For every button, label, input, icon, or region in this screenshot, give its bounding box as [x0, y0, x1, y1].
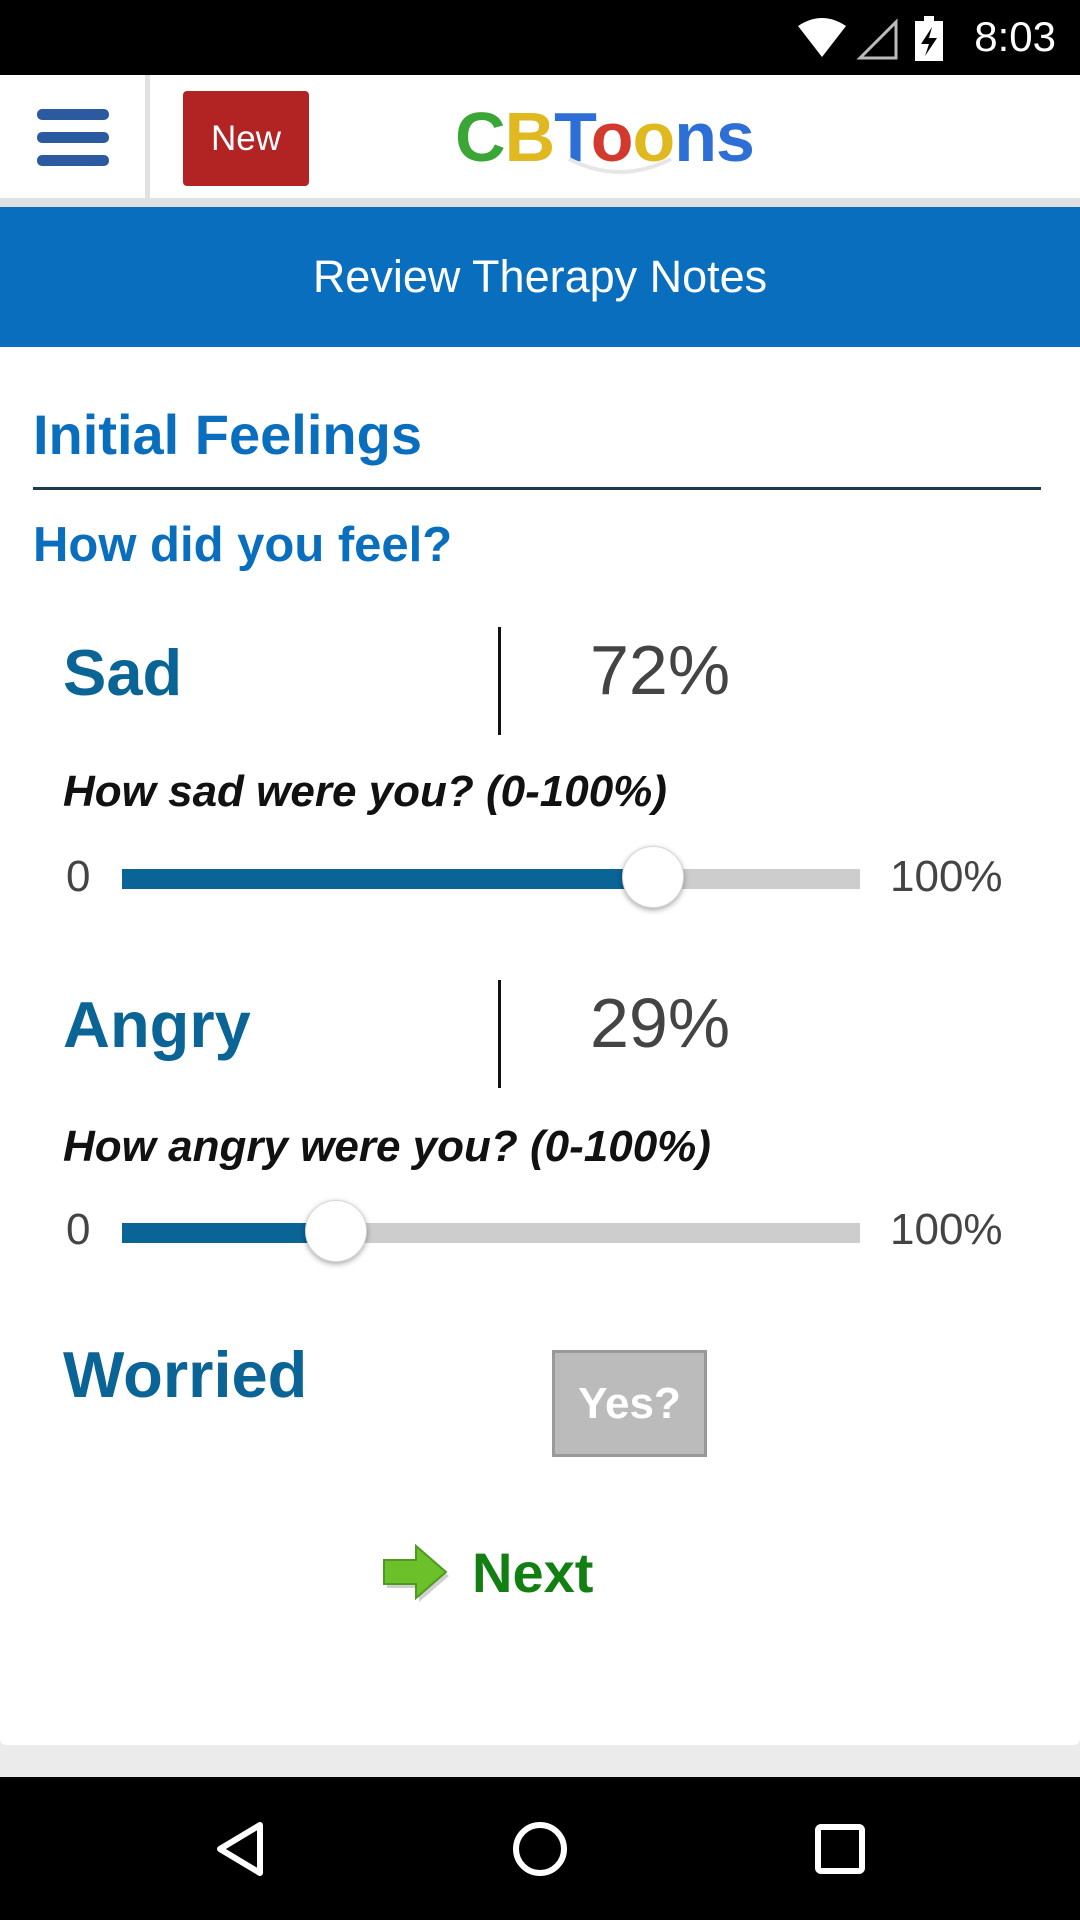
- battery-charging-icon: [915, 16, 943, 61]
- slider-thumb[interactable]: [305, 1200, 367, 1262]
- recents-square-icon: [815, 1823, 865, 1874]
- wifi-icon: [798, 18, 846, 57]
- logo-smile-icon: [568, 157, 672, 174]
- feeling-name-angry: Angry: [63, 988, 251, 1061]
- feeling-name-worried: Worried: [63, 1338, 308, 1411]
- next-button[interactable]: Next: [380, 1532, 593, 1612]
- angry-slider[interactable]: [122, 1200, 860, 1263]
- slider-fill: [122, 1223, 336, 1243]
- page-title: Review Therapy Notes: [312, 251, 768, 302]
- feeling-divider-angry: [498, 980, 501, 1088]
- slider-prompt-angry: How angry were you? (0-100%): [63, 1122, 711, 1171]
- back-button[interactable]: [160, 1777, 320, 1920]
- status-time: 8:03: [974, 13, 1056, 60]
- section-title: Initial Feelings: [33, 403, 422, 466]
- header-shadow: [0, 198, 1080, 207]
- header-divider: [145, 75, 150, 200]
- system-nav-bar: [0, 1777, 1080, 1920]
- feeling-value-angry: 29%: [590, 984, 731, 1062]
- sad-slider[interactable]: [122, 846, 860, 909]
- home-circle-icon: [513, 1821, 567, 1876]
- slider-min-label-sad: 0: [66, 852, 91, 901]
- feeling-name-sad: Sad: [63, 636, 183, 709]
- app-header: New CBToons: [0, 75, 1080, 200]
- next-label: Next: [472, 1540, 594, 1604]
- slider-min-label-angry: 0: [66, 1205, 91, 1254]
- status-bar: 8:03: [0, 0, 1080, 75]
- status-icons: [798, 16, 943, 61]
- slider-fill: [122, 869, 653, 889]
- worried-yes-button[interactable]: Yes?: [552, 1350, 707, 1457]
- slider-prompt-sad: How sad were you? (0-100%): [63, 767, 667, 816]
- logo-letter-s: s: [716, 98, 755, 176]
- arrow-right-icon: [383, 1543, 449, 1602]
- logo-letter-n: n: [674, 98, 717, 176]
- logo-letter-c: C: [455, 98, 506, 176]
- section-divider: [33, 487, 1041, 490]
- recents-button[interactable]: [760, 1777, 920, 1920]
- page-title-band: Review Therapy Notes: [0, 207, 1080, 347]
- slider-thumb[interactable]: [622, 846, 684, 908]
- back-triangle-icon: [217, 1821, 263, 1876]
- feelings-question: How did you feel?: [33, 518, 453, 572]
- slider-max-label-angry: 100%: [890, 1205, 1003, 1254]
- signal-icon: [856, 18, 898, 60]
- hamburger-menu-icon: [36, 108, 109, 166]
- menu-button[interactable]: [0, 75, 145, 200]
- feeling-value-sad: 72%: [590, 631, 731, 709]
- feeling-divider-sad: [498, 627, 501, 735]
- slider-max-label-sad: 100%: [890, 852, 1003, 901]
- logo-letter-b: B: [504, 98, 556, 176]
- new-button[interactable]: New: [183, 91, 309, 186]
- content-card: Initial Feelings How did you feel? Sad 7…: [0, 347, 1080, 1745]
- home-button[interactable]: [460, 1777, 620, 1920]
